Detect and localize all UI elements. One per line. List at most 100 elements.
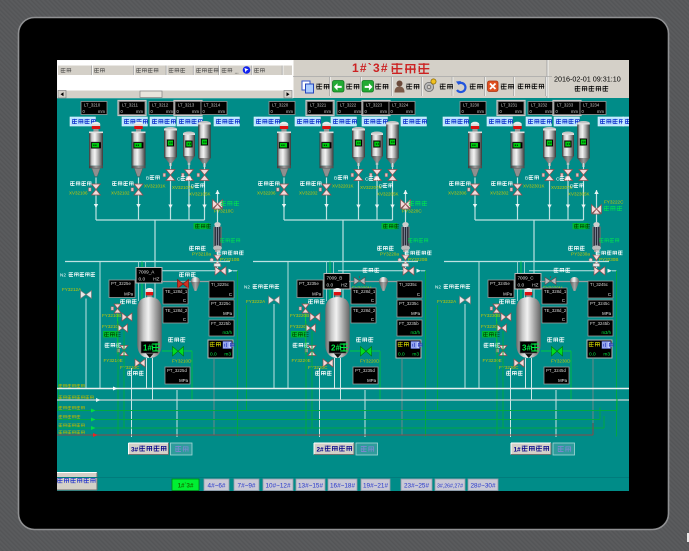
svg-text:m3: m3 (412, 352, 419, 358)
svg-text:mm: mm (477, 109, 484, 114)
svg-text:m3/h: m3/h (410, 330, 420, 335)
svg-text:mm: mm (545, 109, 552, 114)
svg-text:XV32306: XV32306 (448, 191, 467, 196)
svg-text:LT_3221: LT_3221 (310, 102, 327, 107)
svg-text:C: C (562, 317, 565, 322)
svg-text:PT_3235d: PT_3235d (355, 368, 375, 373)
svg-text:XV32106: XV32106 (69, 191, 88, 196)
svg-text:B: B (525, 176, 528, 182)
svg-text:mm: mm (354, 109, 361, 114)
svg-text:C: C (177, 177, 181, 183)
svg-text:LT_3231: LT_3231 (501, 102, 518, 107)
svg-text:1#: 1# (514, 447, 522, 454)
svg-text:TI_3235c: TI_3235c (399, 282, 418, 287)
svg-text:FY3230D: FY3230D (551, 359, 571, 364)
svg-text:D: D (379, 184, 383, 190)
svg-text:B: B (146, 176, 149, 182)
svg-text:XV32305K: XV32305K (568, 192, 590, 197)
svg-text:C: C (608, 292, 611, 297)
svg-text:FY3230E: FY3230E (483, 358, 502, 363)
svg-text:PT_3245e: PT_3245e (490, 281, 510, 286)
svg-text:FY3230B: FY3230B (481, 313, 500, 318)
svg-text:2#: 2# (317, 447, 325, 454)
svg-text:0.0: 0.0 (398, 352, 405, 358)
svg-text:LT_3223: LT_3223 (366, 102, 383, 107)
svg-text:LT_3224: LT_3224 (392, 102, 409, 107)
svg-text:7#~9#: 7#~9# (238, 483, 256, 490)
svg-text:19#~21#: 19#~21# (363, 483, 389, 490)
svg-text:HZ: HZ (341, 283, 347, 289)
svg-text:C: C (417, 292, 420, 297)
svg-text:2016-02-01 09:31:10: 2016-02-01 09:31:10 (554, 75, 621, 84)
svg-text:PT_3245c: PT_3245c (590, 301, 610, 306)
svg-text:0.0: 0.0 (210, 352, 217, 358)
svg-text:XV32105K: XV32105K (189, 192, 211, 197)
svg-text:13#~15#: 13#~15# (298, 483, 324, 490)
svg-text:C: C (365, 177, 369, 183)
svg-text:0.0: 0.0 (589, 352, 596, 358)
svg-text:PT_3245d: PT_3245d (546, 368, 566, 373)
svg-text:mm: mm (136, 109, 143, 114)
svg-text:FY3210B: FY3210B (102, 313, 121, 318)
svg-text:FY3220B: FY3220B (290, 313, 309, 318)
svg-text:PT_3225e: PT_3225e (111, 281, 131, 286)
svg-text:XV32205K: XV32205K (377, 192, 399, 197)
svg-text:m3: m3 (224, 352, 231, 358)
svg-text:LT_3233: LT_3233 (557, 102, 574, 107)
svg-text:D: D (191, 184, 195, 190)
svg-text:PT_3235e: PT_3235e (299, 281, 319, 286)
svg-text:PT_3225c: PT_3225c (211, 301, 231, 306)
svg-text:PY3220a: PY3220a (380, 252, 399, 257)
svg-text:MPa: MPa (602, 311, 611, 316)
svg-text:C: C (183, 298, 186, 303)
svg-text:...: ... (235, 70, 239, 76)
svg-text:LT_3210: LT_3210 (84, 102, 101, 107)
svg-text:0.0: 0.0 (139, 277, 146, 283)
svg-text:FT_3225b: FT_3225b (211, 321, 231, 326)
svg-text:LT_3214: LT_3214 (204, 102, 221, 107)
svg-text:FY3210E: FY3210E (104, 358, 123, 363)
svg-text:28#~30#: 28#~30# (470, 483, 496, 490)
svg-text:3#: 3# (131, 447, 139, 454)
svg-text:C: C (371, 317, 374, 322)
svg-text:TE_228d_2: TE_228d_2 (353, 308, 376, 313)
svg-text:PY3230a: PY3230a (571, 252, 590, 257)
svg-text:m3/h: m3/h (601, 330, 611, 335)
svg-text:3#: 3# (522, 344, 531, 353)
svg-text:mm: mm (380, 109, 387, 114)
svg-text:LT_3213: LT_3213 (178, 102, 195, 107)
svg-text:XV32202: XV32202 (299, 191, 318, 196)
svg-text:B: B (334, 176, 337, 182)
svg-text:7009_B: 7009_B (327, 276, 343, 281)
svg-text:MPa: MPa (558, 378, 567, 383)
svg-text:PY3210a: PY3210a (192, 252, 211, 257)
svg-text:mm: mm (406, 109, 413, 114)
svg-text:0.0: 0.0 (518, 283, 525, 289)
svg-text:LT_3222: LT_3222 (340, 102, 357, 107)
svg-text:LT_3230: LT_3230 (463, 102, 480, 107)
svg-text:10#~12#: 10#~12# (265, 483, 291, 490)
svg-text:mm: mm (286, 109, 293, 114)
svg-text:1#`3#: 1#`3# (352, 61, 389, 75)
svg-text:XV32301K: XV32301K (523, 184, 545, 189)
svg-text:FT_3235b: FT_3235b (399, 321, 419, 326)
svg-text:PT_3235c: PT_3235c (399, 301, 419, 306)
svg-text:mm: mm (571, 109, 578, 114)
svg-text:mm: mm (98, 109, 105, 114)
svg-text:mm: mm (218, 109, 225, 114)
svg-text:FY3222C: FY3222C (604, 200, 624, 205)
svg-text:TE_328d_1: TE_328d_1 (544, 289, 567, 294)
svg-text:FY3222A: FY3222A (246, 299, 266, 304)
svg-text:MPa: MPa (179, 378, 188, 383)
svg-text:mm: mm (515, 109, 522, 114)
svg-text:16#~18#: 16#~18# (330, 483, 356, 490)
svg-text:FY3220E: FY3220E (292, 358, 311, 363)
svg-text:m3: m3 (603, 352, 610, 358)
svg-text:D: D (570, 184, 574, 190)
svg-text:C: C (556, 177, 560, 183)
svg-text:FY3232A: FY3232A (437, 299, 457, 304)
svg-text:FY3212A: FY3212A (62, 287, 82, 292)
svg-text:XV32201K: XV32201K (332, 184, 354, 189)
svg-text:PT_3225d: PT_3225d (167, 368, 187, 373)
svg-text:FY3220C: FY3220C (308, 365, 328, 370)
